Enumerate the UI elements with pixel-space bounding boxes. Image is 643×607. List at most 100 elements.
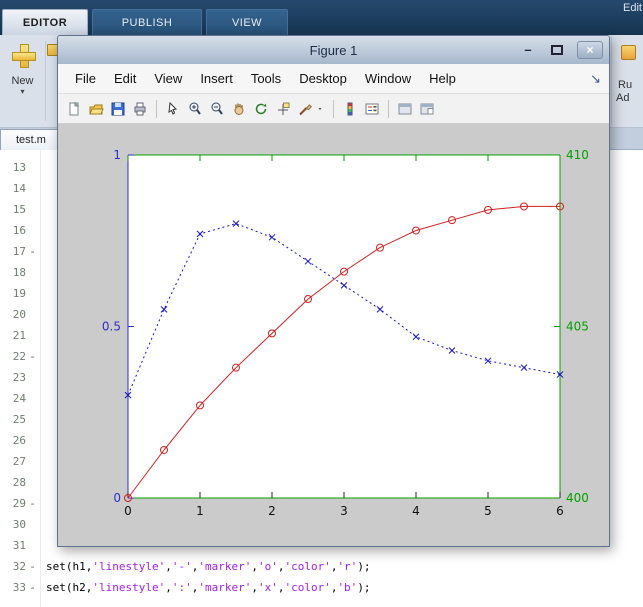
toolbar-separator bbox=[388, 99, 389, 118]
figure-title: Figure 1 bbox=[309, 42, 358, 58]
code-token: , bbox=[251, 581, 258, 594]
insert-legend-icon[interactable] bbox=[362, 99, 382, 119]
insert-colorbar-icon[interactable] bbox=[340, 99, 360, 119]
new-button-label: New bbox=[11, 75, 34, 87]
new-script-button[interactable]: New ▾ bbox=[2, 39, 43, 123]
plot-axes[interactable]: 0 1 2 3 4 5 6 0 0.5 1 400 405 410 bbox=[58, 124, 609, 546]
gutter-line: 14 bbox=[0, 178, 40, 199]
run-section-icon[interactable] bbox=[621, 45, 636, 60]
brush-icon[interactable] bbox=[295, 99, 315, 119]
dock-figure-icon[interactable]: ↘ bbox=[590, 71, 601, 87]
rotate-3d-icon[interactable] bbox=[251, 99, 271, 119]
svg-text:2: 2 bbox=[268, 504, 276, 518]
gutter-line: 22- bbox=[0, 346, 40, 367]
code-token: 'b' bbox=[337, 581, 358, 594]
line-number: 25 bbox=[12, 413, 26, 426]
line-number: 31 bbox=[12, 539, 26, 552]
svg-text:1: 1 bbox=[113, 148, 121, 162]
svg-text:410: 410 bbox=[566, 148, 589, 162]
svg-text:0: 0 bbox=[124, 504, 132, 518]
breakpoint-dash[interactable]: - bbox=[26, 581, 39, 594]
toolbar-separator bbox=[333, 99, 334, 118]
print-figure-icon[interactable] bbox=[130, 99, 150, 119]
code-token: , bbox=[330, 560, 338, 573]
gutter-line: 19 bbox=[0, 283, 40, 304]
gutter-line: 32- bbox=[0, 556, 40, 577]
svg-text:405: 405 bbox=[566, 320, 589, 334]
line-number: 16 bbox=[12, 224, 26, 237]
gutter-line: 31 bbox=[0, 535, 40, 556]
code-token: , bbox=[165, 581, 172, 594]
save-figure-icon[interactable] bbox=[108, 99, 128, 119]
gutter-line: 26 bbox=[0, 430, 40, 451]
pan-icon[interactable] bbox=[229, 99, 249, 119]
data-cursor-icon[interactable] bbox=[273, 99, 293, 119]
code-token: 'linestyle' bbox=[92, 581, 166, 594]
figure-titlebar[interactable]: Figure 1 – × bbox=[58, 36, 609, 64]
close-button[interactable]: × bbox=[577, 41, 603, 59]
toolbar-separator bbox=[156, 99, 157, 118]
svg-text:5: 5 bbox=[484, 504, 492, 518]
menu-file[interactable]: File bbox=[66, 68, 105, 89]
svg-text:0.5: 0.5 bbox=[102, 320, 121, 334]
ribbon-separator bbox=[611, 37, 612, 125]
tab-view[interactable]: VIEW bbox=[206, 9, 288, 35]
svg-text:400: 400 bbox=[566, 491, 589, 505]
svg-text:0: 0 bbox=[113, 491, 121, 505]
code-line-33[interactable]: set(h2,'linestyle', ':','marker','x','col… bbox=[46, 577, 371, 598]
code-token: , bbox=[277, 560, 285, 573]
line-number: 18 bbox=[12, 266, 26, 279]
code-token: 'linestyle' bbox=[92, 560, 166, 573]
menu-desktop[interactable]: Desktop bbox=[290, 68, 356, 89]
ribbon-tab-bar: EDITOR PUBLISH VIEW Edit bbox=[0, 0, 643, 35]
code-token: 'marker' bbox=[198, 581, 252, 594]
figure-menubar: File Edit View Insert Tools Desktop Window Help… bbox=[58, 64, 609, 94]
code-token: set(h2, bbox=[46, 581, 93, 594]
new-figure-icon[interactable] bbox=[64, 99, 84, 119]
menu-tools[interactable]: Tools bbox=[242, 68, 290, 89]
breakpoint-dash[interactable]: - bbox=[26, 560, 39, 573]
code-token: ); bbox=[357, 560, 371, 573]
show-plot-tools-icon[interactable] bbox=[417, 99, 437, 119]
code-token: 'color' bbox=[284, 560, 331, 573]
zoom-in-icon[interactable] bbox=[185, 99, 205, 119]
line-number: 29 bbox=[12, 497, 26, 510]
gutter-line: 28 bbox=[0, 472, 40, 493]
gutter-line: 21 bbox=[0, 325, 40, 346]
tab-publish[interactable]: PUBLISH bbox=[92, 9, 202, 35]
plus-icon bbox=[11, 44, 36, 68]
menu-window[interactable]: Window bbox=[356, 68, 420, 89]
code-line-32[interactable]: set(h1,'linestyle', '-','marker','o','col… bbox=[46, 556, 371, 577]
run-label-partial: Ru bbox=[618, 79, 633, 91]
menu-insert[interactable]: Insert bbox=[191, 68, 242, 89]
breakpoint-dash[interactable]: - bbox=[26, 245, 39, 258]
svg-text:3: 3 bbox=[340, 504, 348, 518]
ribbon-separator bbox=[45, 41, 46, 121]
hide-plot-tools-icon[interactable] bbox=[395, 99, 415, 119]
breakpoint-dash[interactable]: - bbox=[26, 497, 39, 510]
line-number: 33 bbox=[12, 581, 26, 594]
maximize-button[interactable] bbox=[551, 45, 563, 55]
gutter-line: 33- bbox=[0, 577, 40, 598]
code-token: 'x' bbox=[257, 581, 278, 594]
breakpoint-dash[interactable]: - bbox=[26, 350, 39, 363]
code-token: 'r' bbox=[337, 560, 358, 573]
gutter-line: 15 bbox=[0, 199, 40, 220]
line-number: 21 bbox=[12, 329, 26, 342]
line-number: 20 bbox=[12, 308, 26, 321]
open-file-icon[interactable] bbox=[86, 99, 106, 119]
menu-view[interactable]: View bbox=[145, 68, 191, 89]
code-token: 'o' bbox=[257, 560, 278, 573]
line-number: 22 bbox=[12, 350, 26, 363]
menu-help[interactable]: Help bbox=[420, 68, 465, 89]
zoom-out-icon[interactable] bbox=[207, 99, 227, 119]
menu-edit[interactable]: Edit bbox=[105, 68, 145, 89]
minimize-button[interactable]: – bbox=[519, 43, 537, 56]
code-token: ); bbox=[357, 581, 371, 594]
line-number: 24 bbox=[12, 392, 26, 405]
brush-caret-icon[interactable] bbox=[317, 99, 327, 119]
svg-text:4: 4 bbox=[412, 504, 420, 518]
tab-editor[interactable]: EDITOR bbox=[2, 9, 88, 35]
line-number: 19 bbox=[12, 287, 26, 300]
edit-plot-icon[interactable] bbox=[163, 99, 183, 119]
